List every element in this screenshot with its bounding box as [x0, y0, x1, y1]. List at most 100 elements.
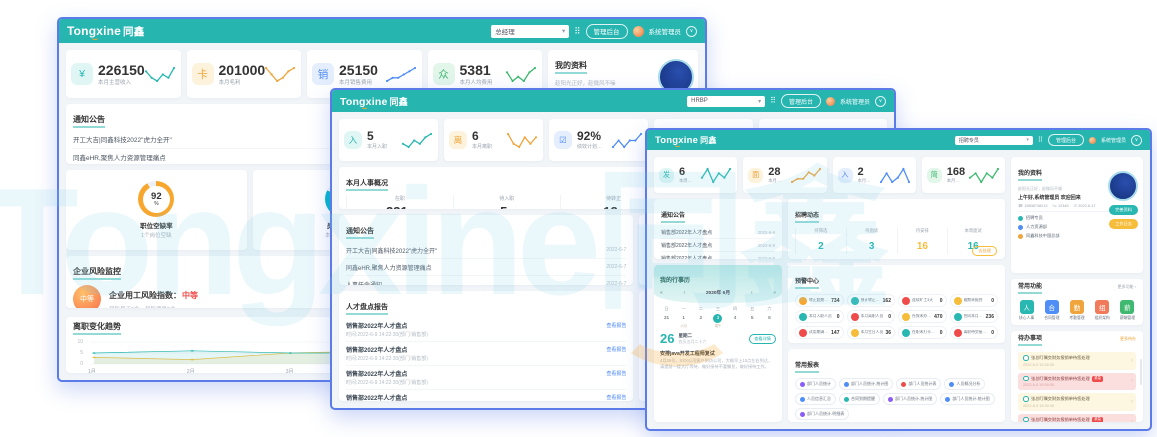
recruit-col[interactable]: 待安排 16 [897, 228, 948, 254]
alert-item[interactable]: 合同本月到期人员 236 [950, 310, 999, 323]
report-shortcut[interactable]: 合同到期提醒 [839, 393, 880, 405]
view-report-link[interactable]: 查看报告 [606, 370, 626, 377]
function-label: 核心人事 [1019, 316, 1034, 321]
notice-item[interactable]: 同鑫eHR,聚焦人力资源管理痛点 2022-6-7 [346, 259, 626, 276]
alert-item[interactable]: 在职未打卡人员 0 [898, 326, 947, 339]
chevron-right-icon[interactable]: › [1131, 419, 1133, 422]
alert-item[interactable]: 逾期未报到 0 [950, 294, 999, 307]
todo-item[interactable]: 张总叮嘱交财务报销单待您处理 紧急 2022-6-9 15:39:35 › [1018, 414, 1136, 422]
more-todos-link[interactable]: 更多待办 [1120, 336, 1136, 342]
view-report-link[interactable]: 查看报告 [606, 346, 626, 353]
report-shortcut[interactable]: 部门人员统计-统计图 [940, 393, 994, 405]
calendar-date[interactable]: 31 [658, 313, 675, 329]
view-report-link[interactable]: 查看报告 [606, 322, 626, 329]
alert-dot-icon [851, 329, 859, 337]
alert-item[interactable]: 本月生日人员 36 [847, 326, 896, 339]
calendar-first-button[interactable]: « [660, 290, 663, 296]
quick-function[interactable]: 人 核心人事 [1019, 300, 1034, 321]
event-title[interactable]: 安排java开发工程师复试 [654, 348, 782, 357]
report-item[interactable]: 销售部2022年人才盘点 查看报告 时间:2022-6-9 14:22:30(部… [346, 366, 626, 390]
user-menu-chevron[interactable]: ∨ [1131, 135, 1142, 146]
alert-item[interactable]: 连续旷工3天 0 [898, 294, 947, 307]
calendar-last-button[interactable]: » [773, 290, 776, 296]
calendar-date[interactable]: 4 [727, 313, 744, 329]
report-item[interactable]: 销售部2022年人才盘点 查看报告 时间:2022-6-9 14:22:30(部… [346, 318, 626, 342]
recruit-col[interactable]: 待面试 3 [846, 228, 897, 254]
calendar-date[interactable]: 3 端午 [709, 313, 726, 329]
apps-grid-icon[interactable]: ⠿ [770, 97, 776, 105]
report-shortcut[interactable]: 部门人员统计 [795, 378, 836, 390]
stat-card[interactable]: 面 28 本月面试 [743, 157, 826, 193]
alert-item[interactable]: 本月入职人员 0 [795, 310, 844, 323]
view-report-link[interactable]: 查看报告 [606, 394, 626, 401]
hr-overview-col[interactable]: 待入职 5人 [453, 195, 560, 209]
report-shortcut[interactable]: 部门人员统计-统计图 [839, 378, 893, 390]
user-avatar[interactable] [826, 97, 835, 106]
user-menu-chevron[interactable]: ∨ [875, 96, 886, 107]
admin-console-button[interactable]: 管理后台 [1048, 134, 1084, 146]
report-shortcut[interactable]: 部门人员统计表 [896, 378, 941, 390]
calendar-date[interactable]: 6 [761, 313, 778, 329]
report-shortcut[interactable]: 人员概况分析 [944, 378, 985, 390]
calendar-date[interactable]: 2 [692, 313, 709, 329]
stat-card[interactable]: ☑ 92% 绩效计划完成率 [549, 119, 648, 161]
apps-grid-icon[interactable]: ⠿ [574, 27, 580, 36]
user-avatar[interactable] [633, 26, 644, 37]
quick-function[interactable]: 组 组织架构 [1095, 300, 1110, 321]
report-shortcut[interactable]: 人员信息汇总 [795, 393, 836, 405]
chevron-right-icon[interactable]: › [1131, 378, 1133, 384]
notice-item[interactable]: 销售部2022年人才盘点 2022-6-9 [661, 239, 775, 252]
alert-item[interactable]: 本月离职人员 0 [847, 310, 896, 323]
report-item[interactable]: 销售部2022年人才盘点 查看报告 时间:2022-6-9 14:22:30(部… [346, 390, 626, 401]
stat-card[interactable]: ¥ 226150 本月主营收入 [66, 50, 181, 98]
quick-function[interactable]: 勤 考勤管理 [1069, 300, 1084, 321]
notice-item[interactable]: 销售部2022年人才盘点 2022-6-9 [661, 226, 775, 239]
calendar-panel: 我的行事历 « ‹ 2020年 6月 › » [654, 265, 782, 422]
chevron-right-icon[interactable]: › [1131, 399, 1133, 405]
stat-card[interactable]: 入 2 本月入职 [833, 157, 916, 193]
role-select[interactable]: 招聘专员 ▾ [955, 136, 1033, 145]
alert-item[interactable]: 试用期满提醒 147 [795, 326, 844, 339]
profile-action-button[interactable]: 完善资料 [1109, 205, 1138, 215]
recruit-columns: 待筛选 2 待面试 3 [795, 228, 998, 254]
quick-function[interactable]: 合 合同管理 [1044, 300, 1059, 321]
role-select[interactable]: HRBP ▾ [687, 96, 765, 107]
profile-action-button[interactable]: 工作日志 [1109, 219, 1138, 229]
stat-card[interactable]: 卡 201000 本月毛利 [187, 50, 302, 98]
user-avatar[interactable] [1089, 137, 1096, 144]
alert-item[interactable]: 预计转正提醒 162 [847, 294, 896, 307]
calendar-prev-button[interactable]: ‹ [683, 290, 685, 296]
stat-card[interactable]: 入 5 本月入职 [339, 119, 438, 161]
calendar-date[interactable]: 5 [744, 313, 761, 329]
todo-item[interactable]: 张总叮嘱交财务报销单待您处理 紧急 2022-6-9 15:39:35 › [1018, 373, 1136, 391]
hr-overview-col[interactable]: 在职 231人 [346, 195, 453, 209]
report-shortcut[interactable]: 部门人员统计-统计图 [883, 393, 937, 405]
alert-item[interactable]: 社保未办理人员 470 [898, 310, 947, 323]
admin-console-button[interactable]: 管理后台 [781, 94, 821, 108]
view-detail-button[interactable]: 查看详情 [749, 334, 776, 344]
user-menu-chevron[interactable]: ∨ [686, 26, 697, 37]
alert-item[interactable]: 离职待交接人员 0 [950, 326, 999, 339]
todo-item[interactable]: 张总叮嘱交财务报销单待您处理 2022-6-9 15:39:35 › [1018, 393, 1136, 411]
handle-now-button[interactable]: 去处理 [972, 246, 997, 256]
stat-card[interactable]: 简 168 本月简历推荐 [922, 157, 1005, 193]
calendar-next-button[interactable]: › [751, 290, 753, 296]
role-select[interactable]: 总经理 ▾ [491, 25, 569, 38]
report-item[interactable]: 销售部2022年人才盘点 查看报告 时间:2022-6-9 14:22:30(部… [346, 342, 626, 366]
admin-console-button[interactable]: 管理后台 [586, 24, 628, 39]
stat-card[interactable]: 发 6 本周发布招聘 [654, 157, 737, 193]
quick-function[interactable]: 薪 薪酬管理 [1120, 300, 1135, 321]
chevron-right-icon[interactable]: › [1131, 358, 1133, 364]
report-shortcut[interactable]: 部门人员统计-明细表 [795, 408, 849, 420]
todo-item[interactable]: 张总叮嘱交财务报销单待您处理 2022-6-9 15:39:35 › [1018, 352, 1136, 370]
recruit-col[interactable]: 待筛选 2 [795, 228, 846, 254]
alert-item[interactable]: 转正超期未处理 734 [795, 294, 844, 307]
notice-item[interactable]: 销售部2022年人才盘点 2022-6-9 [661, 252, 775, 259]
apps-grid-icon[interactable]: ⠿ [1038, 137, 1043, 144]
notice-item[interactable]: 开工大吉|同鑫科技2022"虎力全开" 2022-6-7 [346, 242, 626, 259]
more-functions-link[interactable]: 更多功能 › [1118, 284, 1136, 290]
calendar-date[interactable]: 1 六月 [675, 313, 692, 329]
stat-card[interactable]: 离 6 本月离职 [444, 119, 543, 161]
scrollbar[interactable] [1140, 359, 1143, 385]
notice-item[interactable]: 人事任命通知 2022-6-7 [346, 276, 626, 285]
